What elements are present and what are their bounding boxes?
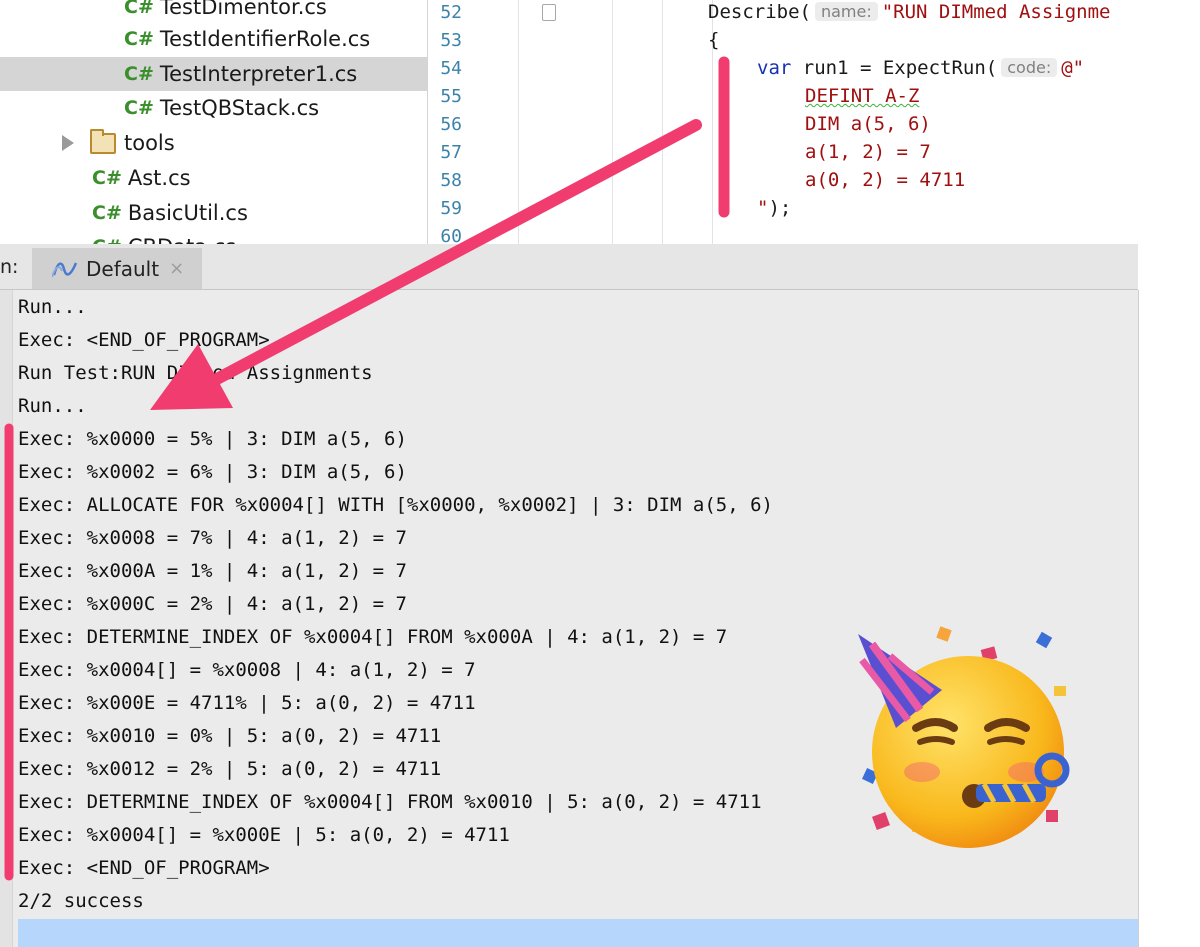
code-line: "); <box>757 197 792 219</box>
tree-file-label: TestInterpreter1.cs <box>159 62 358 86</box>
line-number: 56 <box>440 114 462 135</box>
console-line: 2/2 success <box>18 890 144 912</box>
csharp-file-icon: C# <box>92 167 122 189</box>
tree-file-item[interactable]: C# TestIdentifierRole.cs <box>0 22 427 56</box>
expand-arrow-icon[interactable] <box>62 135 74 151</box>
tree-file-label: TestDimentor.cs <box>159 0 327 19</box>
console-line: Exec: DETERMINE_INDEX OF %x0004[] FROM %… <box>18 626 728 648</box>
line-number: 55 <box>440 86 462 107</box>
run-tab-bar: n: Default × <box>0 244 1138 290</box>
tab-label: Default <box>86 256 160 281</box>
code-editor[interactable]: 52 53 54 55 56 57 58 59 60 Describe(name… <box>428 0 1200 244</box>
code-line: { <box>708 29 720 51</box>
line-number: 59 <box>440 198 462 219</box>
text-selection <box>18 919 1138 947</box>
csharp-file-icon: C# <box>124 28 154 50</box>
console-line: Exec: %x000C = 2% | 4: a(1, 2) = 7 <box>18 593 407 615</box>
tree-folder-item[interactable]: tools <box>0 126 427 160</box>
tree-folder-label: tools <box>124 131 175 155</box>
console-line: Exec: %x0010 = 0% | 5: a(0, 2) = 4711 <box>18 725 442 747</box>
tree-file-label: TestIdentifierRole.cs <box>159 27 371 51</box>
folder-icon <box>90 128 116 154</box>
party-face-emoji <box>858 626 1070 848</box>
param-hint: name: <box>814 2 878 21</box>
console-line: Exec: %x0000 = 5% | 3: DIM a(5, 6) <box>18 428 407 450</box>
console-line: Run... <box>18 296 87 318</box>
console-line: Run Test:RUN DIMmed Assignments <box>18 362 373 384</box>
tree-file-item[interactable]: C# TestDimentor.cs <box>0 0 427 24</box>
tree-file-item[interactable]: C# CBData.cs <box>0 230 427 244</box>
line-number: 53 <box>440 30 462 51</box>
gutter-divider <box>518 0 519 244</box>
tree-file-label: TestQBStack.cs <box>159 96 320 120</box>
indent-guide <box>662 0 663 244</box>
console-line: Exec: <END_OF_PROGRAM> <box>18 857 270 879</box>
indent-guide <box>612 0 613 244</box>
console-line: Exec: %x000E = 4711% | 5: a(0, 2) = 4711 <box>18 692 476 714</box>
code-line: Describe(name: "RUN DIMmed Assignme <box>708 1 1111 23</box>
code-line: var run1 = ExpectRun(code: @" <box>757 57 1085 79</box>
code-line: a(1, 2) = 7 <box>805 141 931 163</box>
param-hint: code: <box>1001 58 1058 77</box>
tab-default[interactable]: Default × <box>32 248 202 289</box>
tree-file-item[interactable]: C# Ast.cs <box>0 161 427 195</box>
line-number: 58 <box>440 170 462 191</box>
tree-file-item[interactable]: C# TestQBStack.cs <box>0 91 427 125</box>
csharp-file-icon: C# <box>124 63 154 85</box>
line-number: 57 <box>440 142 462 163</box>
console-line: Exec: DETERMINE_INDEX OF %x0004[] FROM %… <box>18 791 762 813</box>
code-line: DEFINT A-Z <box>805 85 920 107</box>
fold-marker-icon[interactable] <box>542 4 556 21</box>
tree-file-label: CBData.cs <box>128 235 236 244</box>
line-number: 60 <box>440 226 462 244</box>
console-line: Exec: %x000A = 1% | 4: a(1, 2) = 7 <box>18 560 407 582</box>
run-panel-label: n: <box>0 256 19 278</box>
console-line: Exec: %x0012 = 2% | 5: a(0, 2) = 4711 <box>18 758 442 780</box>
console-gutter <box>0 290 13 947</box>
tree-file-item[interactable]: C# BasicUtil.cs <box>0 196 427 230</box>
line-number: 54 <box>440 58 462 79</box>
tree-file-item-selected[interactable]: C# TestInterpreter1.cs <box>0 57 427 91</box>
csharp-file-icon: C# <box>124 0 154 18</box>
line-number: 52 <box>440 2 462 23</box>
console-line: Exec: %x0008 = 7% | 4: a(1, 2) = 7 <box>18 527 407 549</box>
project-tree: C# TestDimentor.cs C# TestIdentifierRole… <box>0 0 428 244</box>
console-line: Exec: %x0004[] = %x0008 | 4: a(1, 2) = 7 <box>18 659 476 681</box>
tree-file-label: Ast.cs <box>127 166 191 190</box>
csharp-file-icon: C# <box>124 97 154 119</box>
console-line: Exec: ALLOCATE FOR %x0004[] WITH [%x0000… <box>18 494 773 516</box>
csharp-file-icon: C# <box>92 236 122 244</box>
tree-file-label: BasicUtil.cs <box>127 201 248 225</box>
csharp-file-icon: C# <box>92 202 122 224</box>
code-line: DIM a(5, 6) <box>805 113 931 135</box>
console-line: Exec: <END_OF_PROGRAM> <box>18 329 270 351</box>
console-line: Exec: %x0002 = 6% | 3: DIM a(5, 6) <box>18 461 407 483</box>
console-line: Run... <box>18 395 87 417</box>
test-runner-icon <box>52 261 78 277</box>
close-icon[interactable]: × <box>169 258 184 279</box>
console-line: Exec: %x0004[] = %x000E | 5: a(0, 2) = 4… <box>18 824 510 846</box>
code-line: a(0, 2) = 4711 <box>805 169 966 191</box>
